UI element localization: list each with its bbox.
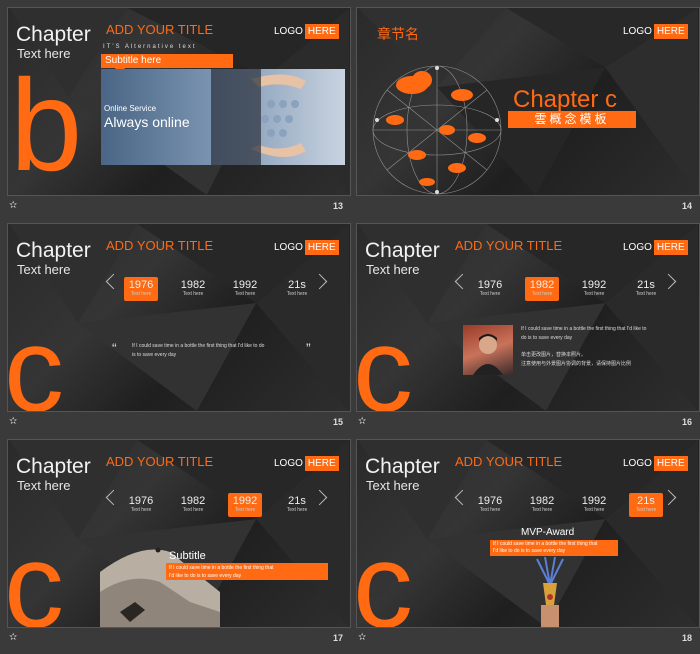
year-item[interactable]: 1976 Text here	[473, 277, 507, 301]
add-title: ADD YOUR TITLE	[106, 454, 214, 469]
year-item[interactable]: 1982 Text here	[176, 277, 210, 301]
slide-footer: 14	[356, 200, 700, 216]
chapter-letter: c	[7, 519, 64, 628]
chapter-title: Chapter	[16, 23, 91, 46]
year-item[interactable]: 1992 Text here	[228, 493, 262, 517]
description-text: If I could save time in a bottle the fir…	[521, 326, 647, 367]
text-here: Text here	[366, 478, 420, 493]
timeline: 1976 Text here 1982 Text here 1992 Text her…	[473, 277, 663, 307]
subtitle: Subtitle	[169, 550, 206, 562]
add-title: ADD YOUR TITLE	[455, 454, 563, 469]
slide-footer: ✫ 13	[7, 200, 351, 216]
slide-16: Chapter Text here ADD YOUR TITLE LOGO HER…	[356, 223, 700, 412]
year-item[interactable]: 21s Text here	[280, 493, 314, 517]
award-title: MVP-Award	[521, 527, 575, 538]
slide-thumbnail-15[interactable]: Chapter Text here ADD YOUR TITLE LOGO HER…	[7, 223, 351, 438]
caption-bar: If I could save time in a bottle the fir…	[490, 540, 618, 556]
year-item[interactable]: 1976 Text here	[124, 493, 158, 517]
slide-thumbnail-16[interactable]: Chapter Text here ADD YOUR TITLE LOGO HER…	[356, 223, 700, 438]
quote-open-icon: “	[112, 340, 117, 356]
year-item[interactable]: 1992 Text here	[577, 493, 611, 517]
slide-13: Chapter Text here ADD YOUR TITLE LOGO HER…	[7, 7, 351, 196]
slide-number: 16	[681, 417, 692, 427]
year-item[interactable]: 21s Text here	[629, 277, 663, 301]
slide-17: Chapter Text here ADD YOUR TITLE LOGO HER…	[7, 439, 351, 628]
star-icon: ✫	[9, 416, 18, 427]
always-online: Always online	[104, 114, 190, 130]
year-item[interactable]: 1992 Text here	[577, 277, 611, 301]
chapter-title: Chapter	[365, 455, 440, 478]
timeline: 1976 Text here 1982 Text here 1992 Text her…	[124, 277, 314, 307]
caption-bar: If I could save time in a bottle the fir…	[166, 563, 328, 580]
slide-footer: ✫ 15	[7, 416, 351, 432]
timeline: 1976 Text here 1982 Text here 1992 Text her…	[124, 493, 314, 523]
slide-number: 15	[332, 417, 343, 427]
alt-text: IT'S Alternative text	[103, 44, 197, 50]
logo: LOGO HERE	[623, 240, 688, 255]
text-here: Text here	[17, 478, 71, 493]
globe-cloud-graphic	[372, 65, 502, 195]
add-title: ADD YOUR TITLE	[106, 238, 214, 253]
logo: LOGO HERE	[274, 240, 339, 255]
chapter-c-title: Chapter c	[513, 86, 618, 113]
portrait-photo	[463, 325, 513, 375]
quote-text: If I could save time in a bottle the fir…	[132, 343, 265, 358]
online-service: Online Service	[104, 104, 157, 113]
star-icon: ✫	[358, 416, 367, 427]
timeline: 1976 Text here 1982 Text here 1992 Text her…	[473, 493, 663, 523]
logo: LOGO HERE	[623, 456, 688, 471]
cloud-concept-bar: 雲概念模板	[508, 111, 636, 128]
slide-thumbnail-14[interactable]: 章节名 LOGO HERE Chapter c 雲概念模板 14	[356, 7, 700, 222]
star-icon: ✫	[9, 632, 18, 643]
year-item[interactable]: 1992 Text here	[228, 277, 262, 301]
year-item[interactable]: 1982 Text here	[176, 493, 210, 517]
slide-thumbnail-17[interactable]: Chapter Text here ADD YOUR TITLE LOGO HER…	[7, 439, 351, 654]
chapter-title: Chapter	[365, 239, 440, 262]
slide-number: 14	[681, 201, 692, 211]
star-icon: ✫	[358, 632, 367, 643]
subtitle-bar: Subtitle here	[101, 54, 233, 68]
slide-number: 18	[681, 633, 692, 643]
add-title: ADD YOUR TITLE	[455, 238, 563, 253]
slide-15: Chapter Text here ADD YOUR TITLE LOGO HER…	[7, 223, 351, 412]
add-title: ADD YOUR TITLE	[106, 22, 214, 37]
slide-number: 13	[332, 201, 343, 211]
chapter-letter: b	[10, 52, 83, 196]
slide-footer: ✫ 16	[356, 416, 700, 432]
logo: LOGO HERE	[274, 456, 339, 471]
chapter-letter: c	[356, 519, 413, 628]
slide-14: 章节名 LOGO HERE Chapter c 雲概念模板	[356, 7, 700, 196]
section-name: 章节名	[377, 27, 419, 43]
star-icon: ✫	[9, 200, 18, 211]
year-item[interactable]: 1982 Text here	[525, 277, 559, 301]
year-item[interactable]: 21s Text here	[629, 493, 663, 517]
trophy-photo	[536, 556, 564, 627]
chapter-letter: c	[356, 303, 413, 412]
slide-18: Chapter Text here ADD YOUR TITLE LOGO HER…	[356, 439, 700, 628]
mountain-photo	[100, 547, 220, 627]
text-here: Text here	[17, 262, 71, 277]
logo: LOGO HERE	[623, 24, 688, 39]
chapter-title: Chapter	[16, 455, 91, 478]
text-here: Text here	[366, 262, 420, 277]
slide-thumbnail-18[interactable]: Chapter Text here ADD YOUR TITLE LOGO HER…	[356, 439, 700, 654]
year-item[interactable]: 1982 Text here	[525, 493, 559, 517]
chapter-title: Chapter	[16, 239, 91, 262]
slide-number: 17	[332, 633, 343, 643]
year-item[interactable]: 1976 Text here	[124, 277, 158, 301]
year-item[interactable]: 21s Text here	[280, 277, 314, 301]
logo: LOGO HERE	[274, 24, 339, 39]
year-item[interactable]: 1976 Text here	[473, 493, 507, 517]
chapter-letter: c	[7, 303, 64, 412]
slide-thumbnail-13[interactable]: Chapter Text here ADD YOUR TITLE LOGO HER…	[7, 7, 351, 222]
